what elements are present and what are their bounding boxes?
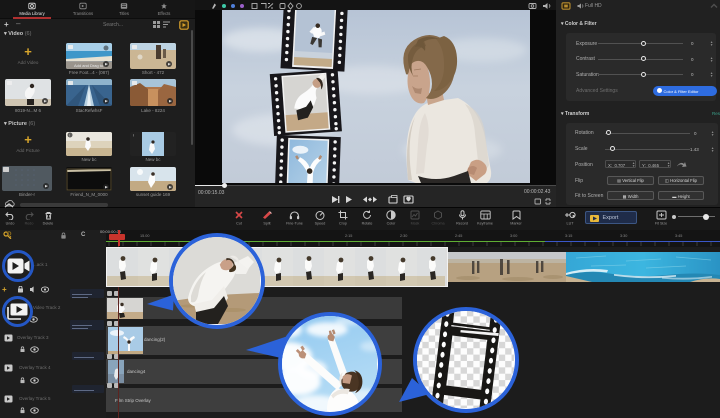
svg-text:Add and Drag to: Add and Drag to	[74, 63, 104, 68]
